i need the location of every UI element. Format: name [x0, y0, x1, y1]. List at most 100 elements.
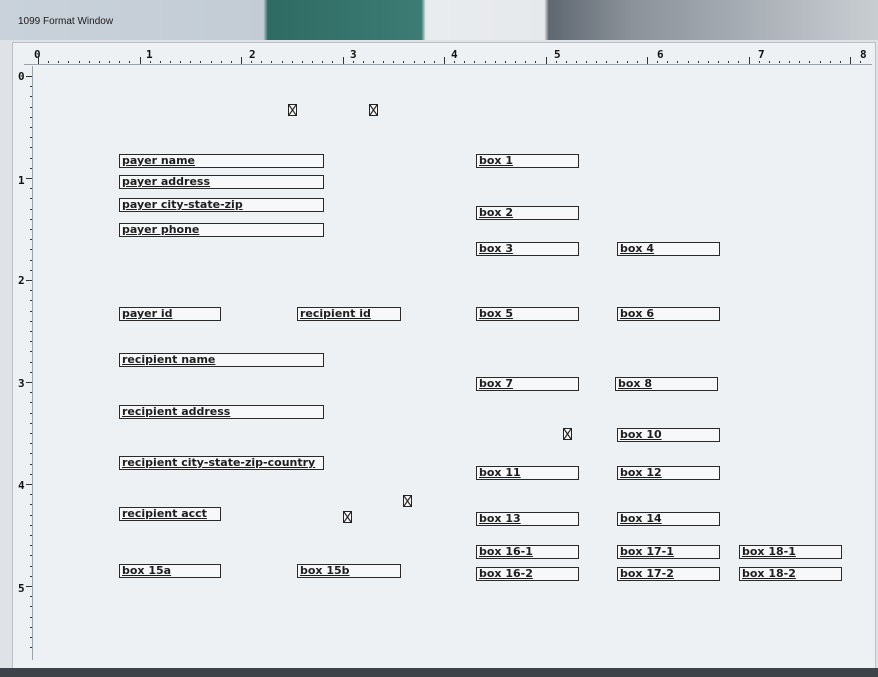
- ruler-tick: [220, 61, 222, 63]
- field-recipient-id[interactable]: recipient id: [297, 307, 401, 321]
- checkbox-x-icon[interactable]: [403, 495, 412, 507]
- checkbox-x-icon[interactable]: [563, 428, 572, 440]
- ruler-tick: [30, 453, 32, 455]
- ruler-tick: [626, 61, 628, 63]
- ruler-tick: [30, 504, 32, 506]
- checkbox-x-icon[interactable]: [369, 104, 378, 116]
- ruler-label-3: 3: [350, 48, 357, 61]
- field-box-18-1[interactable]: box 18-1: [739, 545, 842, 559]
- ruler-tick: [616, 61, 618, 63]
- ruler-tick: [738, 61, 740, 63]
- ruler-tick: [119, 61, 121, 63]
- ruler-label-2: 2: [249, 48, 256, 61]
- field-box-13[interactable]: box 13: [476, 512, 579, 526]
- field-box-7[interactable]: box 7: [476, 377, 579, 391]
- field-box-12[interactable]: box 12: [617, 466, 720, 480]
- ruler-left-label-0: 0: [18, 70, 25, 83]
- field-payer-id[interactable]: payer id: [119, 307, 221, 321]
- ruler-tick: [230, 61, 232, 63]
- field-box-16-2[interactable]: box 16-2: [476, 567, 579, 581]
- ruler-label-7: 7: [758, 48, 765, 61]
- ruler-tick: [565, 61, 567, 63]
- ruler-tick: [30, 422, 32, 424]
- field-recipient-name[interactable]: recipient name: [119, 353, 324, 367]
- ruler-tick: [30, 249, 32, 251]
- field-recipient-city-state-zip-country[interactable]: recipient city-state-zip-country: [119, 456, 324, 470]
- ruler-tick: [88, 61, 90, 63]
- field-box-2[interactable]: box 2: [476, 206, 579, 220]
- field-box-3[interactable]: box 3: [476, 242, 579, 256]
- ruler-tick: [30, 331, 32, 332]
- field-box-4[interactable]: box 4: [617, 242, 720, 256]
- ruler-tick: [78, 61, 80, 63]
- checkbox-x-icon[interactable]: [343, 511, 352, 523]
- ruler-tick: [210, 61, 212, 63]
- ruler-tick: [312, 61, 314, 63]
- ruler-tick: [30, 565, 32, 567]
- ruler-tick: [30, 147, 32, 149]
- ruler-tick: [58, 61, 60, 63]
- ruler-tick: [30, 606, 32, 608]
- field-box-14[interactable]: box 14: [617, 512, 720, 526]
- ruler-tick: [677, 61, 679, 63]
- ruler-tick: [26, 382, 32, 383]
- ruler-tick: [200, 61, 202, 63]
- ruler-tick: [30, 341, 32, 343]
- field-recipient-address[interactable]: recipient address: [119, 405, 324, 419]
- field-box-17-1[interactable]: box 17-1: [617, 545, 720, 559]
- field-payer-phone[interactable]: payer phone: [119, 223, 324, 237]
- ruler-tick: [768, 61, 770, 63]
- ruler-tick: [30, 392, 32, 394]
- checkbox-x-icon[interactable]: [288, 104, 297, 116]
- ruler-tick: [30, 616, 32, 618]
- field-box-16-1[interactable]: box 16-1: [476, 545, 579, 559]
- ruler-tick: [30, 188, 32, 190]
- ruler-tick: [30, 555, 32, 557]
- field-box-15a[interactable]: box 15a: [119, 564, 221, 578]
- ruler-tick: [30, 402, 32, 404]
- field-recipient-acct[interactable]: recipient acct: [119, 507, 221, 521]
- ruler-tick: [728, 61, 730, 63]
- ruler-tick: [30, 116, 32, 118]
- ruler-tick: [707, 61, 709, 63]
- ruler-label-4: 4: [451, 48, 458, 61]
- ruler-tick: [190, 61, 192, 63]
- ruler-tick: [30, 494, 32, 496]
- ruler-tick: [30, 637, 32, 638]
- ruler-tick: [636, 61, 638, 63]
- ruler-tick: [281, 61, 283, 63]
- ruler-tick: [322, 61, 324, 63]
- ruler-tick: [30, 320, 32, 322]
- ruler-tick: [30, 137, 32, 139]
- horizontal-ruler: 0 1 2 3 4 5 6 7 8: [24, 46, 872, 65]
- field-box-15b[interactable]: box 15b: [297, 564, 401, 578]
- field-payer-address[interactable]: payer address: [119, 175, 324, 189]
- ruler-tick: [30, 167, 32, 169]
- ruler-tick: [30, 351, 32, 353]
- field-box-1[interactable]: box 1: [476, 154, 579, 168]
- ruler-tick: [271, 61, 273, 63]
- ruler-tick: [789, 61, 791, 63]
- ruler-tick: [30, 371, 32, 373]
- vertical-ruler: 0 1 2 3 4 5: [14, 66, 33, 660]
- ruler-tick: [98, 61, 100, 63]
- ruler-left-label-1: 1: [18, 174, 25, 187]
- format-window: 1099 Format Window 0 1 2 3 4 5 6 7 8 0 1…: [0, 0, 878, 677]
- ruler-tick: [30, 157, 32, 159]
- field-payer-name[interactable]: payer name: [119, 154, 324, 168]
- ruler-tick: [545, 57, 547, 64]
- ruler-tick: [596, 61, 598, 63]
- field-box-10[interactable]: box 10: [617, 428, 720, 442]
- ruler-tick: [575, 61, 577, 63]
- field-box-6[interactable]: box 6: [617, 307, 720, 321]
- ruler-tick: [30, 596, 32, 598]
- ruler-tick: [30, 106, 32, 108]
- title-bar[interactable]: 1099 Format Window: [0, 0, 878, 40]
- field-box-5[interactable]: box 5: [476, 307, 579, 321]
- ruler-tick: [860, 61, 862, 63]
- field-box-11[interactable]: box 11: [476, 466, 579, 480]
- field-box-8[interactable]: box 8: [615, 377, 718, 391]
- field-payer-city-state-zip[interactable]: payer city-state-zip: [119, 198, 324, 212]
- field-box-18-2[interactable]: box 18-2: [739, 567, 842, 581]
- field-box-17-2[interactable]: box 17-2: [617, 567, 720, 581]
